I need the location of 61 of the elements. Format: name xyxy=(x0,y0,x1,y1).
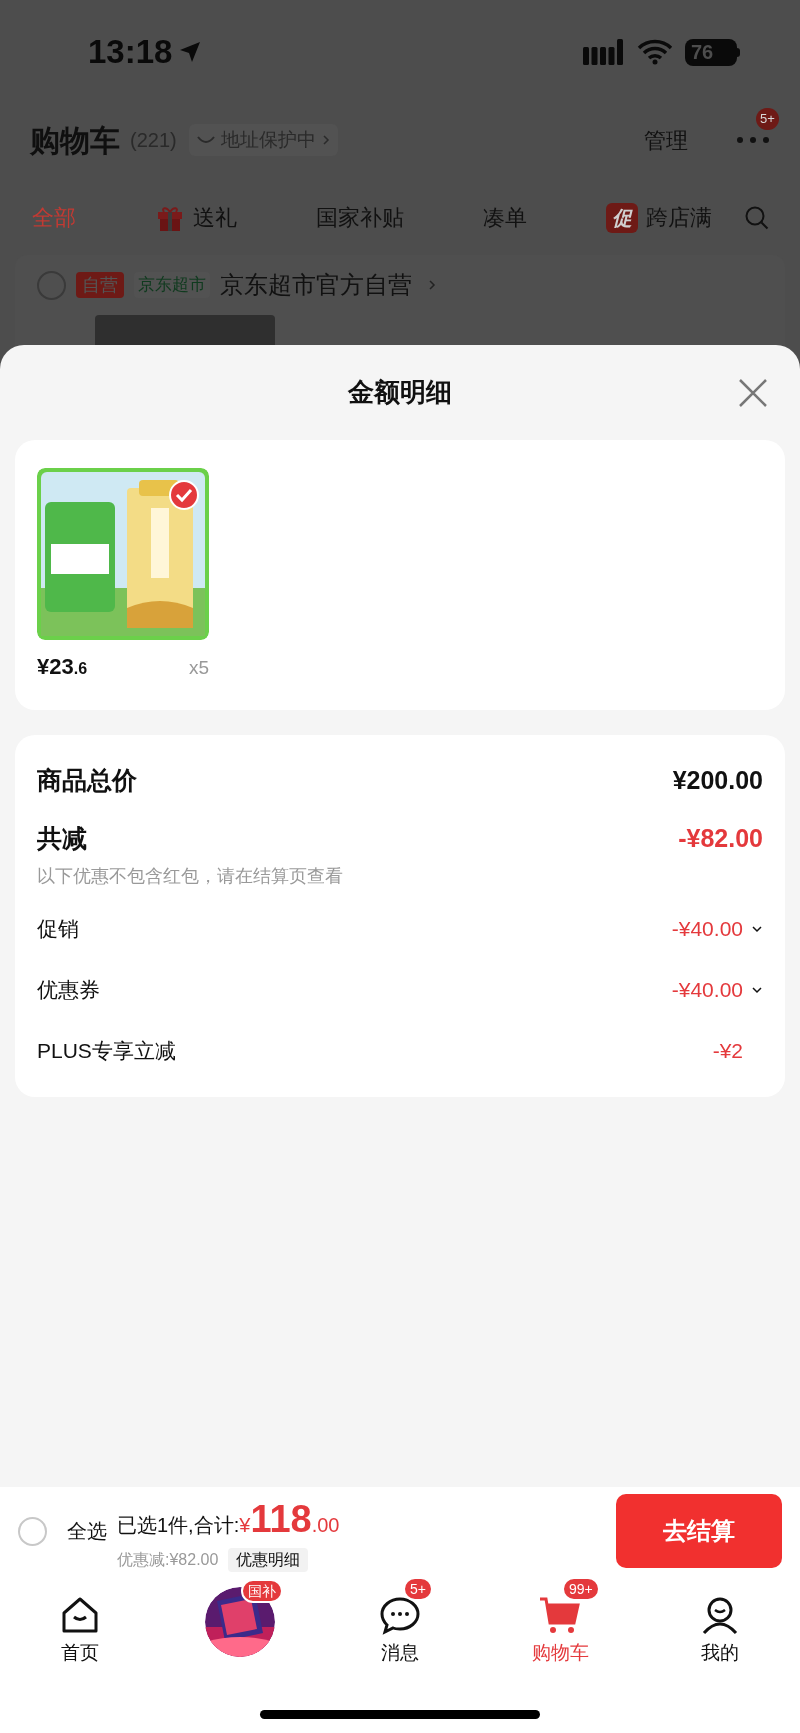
profile-icon xyxy=(700,1595,740,1635)
count-badge: 99+ xyxy=(562,1577,600,1601)
row-amount: -¥2 xyxy=(712,1037,744,1064)
nav-tab[interactable]: 99+ 购物车 xyxy=(480,1575,640,1668)
status-time: 13:18 xyxy=(88,32,173,73)
discount-row[interactable]: 促销 -¥40.00 xyxy=(37,898,763,959)
close-icon[interactable] xyxy=(738,377,768,408)
notification-badge: 5+ xyxy=(756,108,779,130)
checkout-button[interactable]: 去结算 xyxy=(616,1494,782,1568)
chevron-icon xyxy=(428,279,436,291)
cart-icon xyxy=(538,1595,582,1635)
hint-text: 以下优惠不包含红包，请在结算页查看 xyxy=(37,865,344,888)
manage-button[interactable]: 管理 xyxy=(644,123,688,157)
total-price: ¥118.00 xyxy=(239,1496,340,1542)
nav-tab[interactable]: 我的 xyxy=(640,1575,800,1668)
product-quantity: x5 xyxy=(188,656,209,680)
select-all-checkbox[interactable] xyxy=(18,1516,47,1546)
row-label: 优惠券 xyxy=(37,976,100,1003)
chat-icon xyxy=(379,1595,421,1635)
row-amount: -¥40.00 xyxy=(671,976,743,1003)
row-amount: ¥200.00 xyxy=(672,765,763,797)
row-amount: -¥40.00 xyxy=(671,915,743,942)
chevron-icon xyxy=(321,134,330,146)
select-all-label[interactable]: 全选 xyxy=(67,1516,107,1546)
battery-level: 76 xyxy=(691,40,714,65)
row-amount: -¥82.00 xyxy=(678,823,763,855)
nav-tab[interactable]: 国补 xyxy=(160,1575,320,1657)
home-icon xyxy=(60,1595,100,1635)
discount-detail-button[interactable]: 优惠明细 xyxy=(228,1547,309,1572)
self-operated-tag: 自营 xyxy=(76,272,124,298)
nav-tab[interactable]: 5+ 消息 xyxy=(320,1575,480,1668)
nav-label: 消息 xyxy=(381,1641,419,1665)
smile-icon xyxy=(196,135,215,145)
nav-label: 购物车 xyxy=(531,1641,589,1665)
discount-summary: 优惠减:¥82.00 xyxy=(117,1549,219,1570)
count-badge: 5+ xyxy=(403,1577,433,1601)
checkmark-icon[interactable] xyxy=(169,480,199,510)
search-icon[interactable] xyxy=(744,204,770,231)
nav-tab[interactable]: 首页 xyxy=(0,1575,160,1668)
row-label: 共减 xyxy=(37,823,87,855)
nav-label: 我的 xyxy=(701,1641,739,1665)
filter-tab[interactable]: 凑单 xyxy=(483,201,527,234)
page-title: 购物车 xyxy=(30,122,120,159)
product-price: ¥23.6 xyxy=(37,653,88,681)
nav-label: 首页 xyxy=(61,1641,99,1665)
row-label: PLUS专享立减 xyxy=(37,1037,176,1064)
wifi-icon xyxy=(637,39,673,65)
selected-summary: 已选1件,合计: xyxy=(117,1512,240,1538)
filter-tab[interactable]: 送礼 xyxy=(155,201,237,234)
promo-tag: 促 xyxy=(606,202,638,233)
signal-icon xyxy=(583,39,625,65)
row-label: 促销 xyxy=(37,915,79,942)
filter-tab[interactable]: 国家补贴 xyxy=(316,201,404,234)
sheet-title: 金额明细 xyxy=(348,376,452,409)
row-label: 商品总价 xyxy=(37,765,137,797)
discount-row[interactable]: 优惠券 -¥40.00 xyxy=(37,959,763,1020)
store-name[interactable]: 京东超市官方自营 xyxy=(220,267,412,303)
more-icon[interactable] xyxy=(736,136,770,144)
location-icon xyxy=(178,40,203,64)
count-badge: 国补 xyxy=(241,1579,283,1603)
filter-tab[interactable]: 促 跨店满 xyxy=(606,201,712,234)
